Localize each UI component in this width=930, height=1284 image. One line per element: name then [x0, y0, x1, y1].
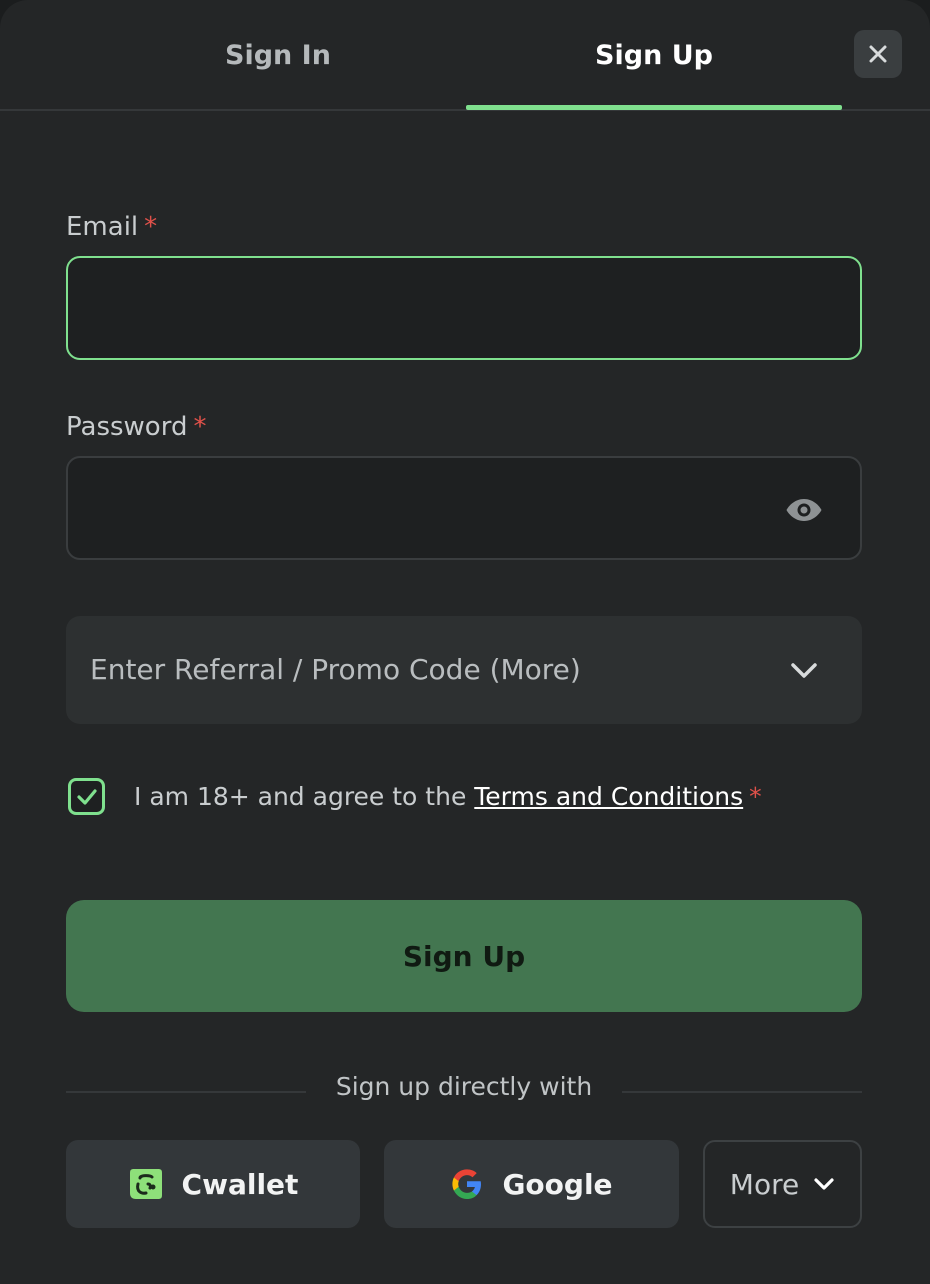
password-label: Password *	[66, 412, 206, 442]
divider-line-right	[622, 1091, 862, 1093]
more-label: More	[729, 1167, 800, 1201]
toggle-password-visibility-button[interactable]	[784, 490, 824, 530]
email-field-box	[66, 256, 862, 360]
more-login-options-button[interactable]: More	[703, 1140, 862, 1228]
agree-text: I am 18+ and agree to the Terms and Cond…	[134, 778, 762, 816]
required-mark: *	[749, 782, 762, 811]
promo-code-dropdown[interactable]: Enter Referral / Promo Code (More)	[66, 616, 862, 724]
agree-prefix: I am 18+ and agree to the	[134, 782, 475, 811]
auth-tabs: Sign In Sign Up	[0, 0, 930, 111]
email-input[interactable]	[90, 258, 770, 358]
checkmark-icon	[76, 788, 97, 805]
required-mark: *	[144, 212, 158, 242]
close-button[interactable]	[854, 30, 902, 78]
email-label-text: Email	[66, 212, 139, 242]
chevron-down-icon	[814, 1178, 834, 1190]
close-icon	[869, 45, 887, 63]
terms-agreement: I am 18+ and agree to the Terms and Cond…	[68, 778, 858, 816]
google-icon	[452, 1169, 482, 1199]
sign-up-modal: Sign In Sign Up Email * Password * Enter R…	[0, 0, 930, 1284]
terms-link[interactable]: Terms and Conditions	[474, 782, 743, 811]
cwallet-icon	[129, 1169, 162, 1199]
password-field-box	[66, 456, 862, 560]
chevron-down-icon	[791, 663, 817, 678]
password-label-text: Password	[66, 412, 188, 442]
google-button[interactable]: Google	[384, 1140, 679, 1228]
divider-line-left	[66, 1091, 306, 1093]
active-tab-indicator	[466, 105, 842, 110]
tab-sign-in[interactable]: Sign In	[90, 0, 466, 111]
email-label: Email *	[66, 212, 157, 242]
cwallet-button[interactable]: Cwallet	[66, 1140, 360, 1228]
social-divider-text: Sign up directly with	[335, 1072, 593, 1101]
eye-icon	[786, 499, 822, 521]
cwallet-label: Cwallet	[181, 1167, 299, 1201]
required-mark: *	[193, 412, 207, 442]
sign-up-button[interactable]: Sign Up	[66, 900, 862, 1012]
password-input[interactable]	[90, 458, 770, 558]
promo-code-label: Enter Referral / Promo Code (More)	[90, 653, 581, 686]
tab-sign-up[interactable]: Sign Up	[466, 0, 842, 111]
google-label: Google	[502, 1167, 613, 1201]
agree-checkbox[interactable]	[68, 778, 105, 815]
